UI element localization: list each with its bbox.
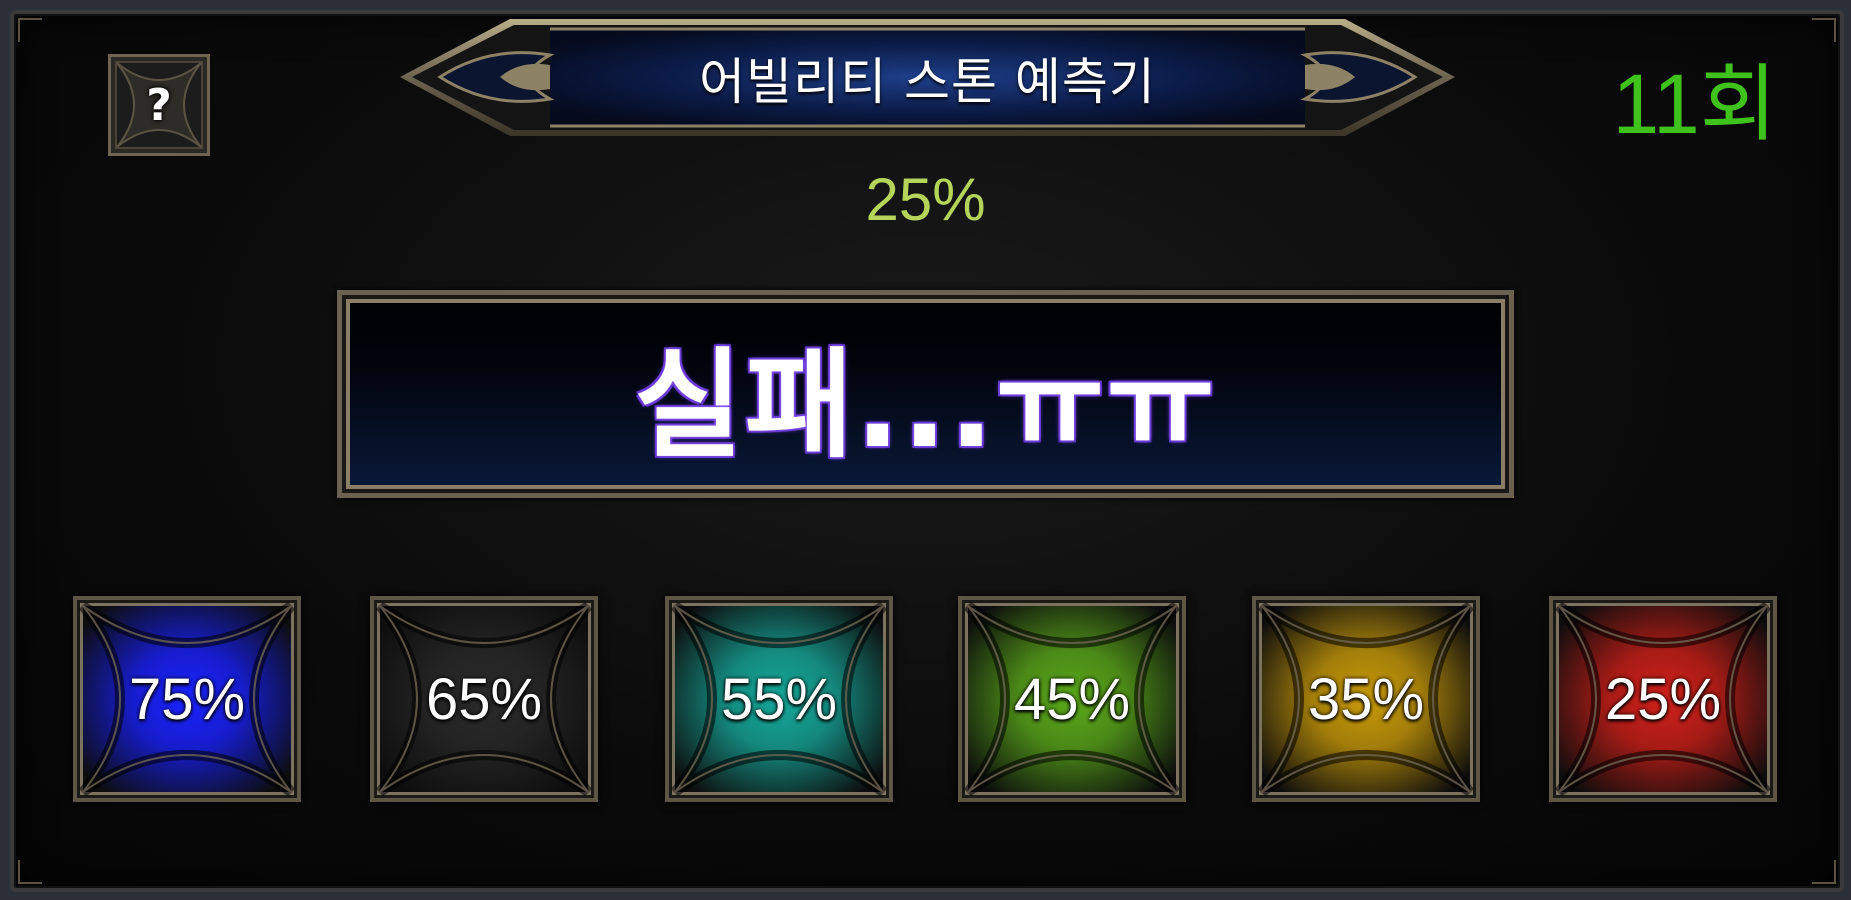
attempt-count: 11회 [1612, 57, 1777, 151]
panel-corner [1812, 18, 1836, 42]
help-button[interactable]: ? [108, 54, 210, 156]
stone-button-65[interactable]: 65% [370, 596, 598, 802]
stone-label: 25% [1604, 666, 1722, 732]
panel-corner [18, 860, 42, 884]
stone-label: 55% [720, 666, 838, 732]
page-title: 어빌리티 스톤 예측기 [699, 52, 1156, 111]
stone-button-25[interactable]: 25% [1549, 596, 1777, 802]
panel-corner [1812, 860, 1836, 884]
stone-label: 65% [425, 666, 543, 732]
panel-corner [18, 18, 42, 42]
stone-selector-row: 75% 65% 55% 45% 35% 25% [0, 596, 1851, 806]
stage: 어빌리티 스톤 예측기 ? 11회 25% 실패...ㅠㅠ 75% 65% 55… [0, 0, 1851, 900]
stone-label: 35% [1307, 666, 1425, 732]
stone-button-35[interactable]: 35% [1252, 596, 1480, 802]
current-probability: 25% [865, 166, 986, 233]
title-plate: 어빌리티 스톤 예측기 [400, 15, 1455, 140]
result-text: 실패...ㅠㅠ [634, 335, 1217, 474]
stone-button-75[interactable]: 75% [73, 596, 301, 802]
question-icon: ? [146, 79, 172, 131]
result-display: 실패...ㅠㅠ [337, 290, 1514, 498]
stone-button-45[interactable]: 45% [958, 596, 1186, 802]
stone-label: 45% [1013, 666, 1131, 732]
stone-button-55[interactable]: 55% [665, 596, 893, 802]
stone-label: 75% [128, 666, 246, 732]
